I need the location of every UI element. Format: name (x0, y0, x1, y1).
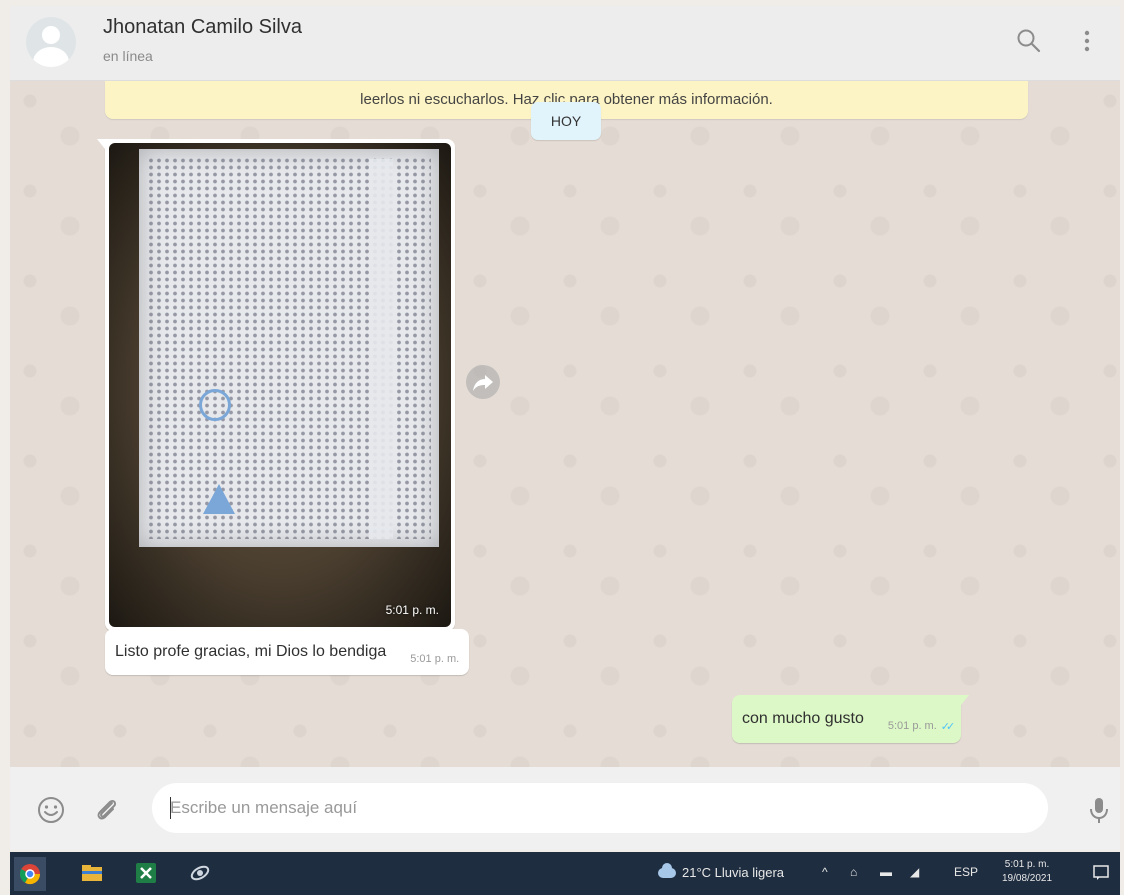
app-swirl-icon[interactable] (188, 861, 212, 885)
emoji-icon-graphic (38, 797, 64, 823)
weather-widget[interactable]: 21°C Lluvia ligera (658, 862, 785, 880)
network-device-icon[interactable]: ⌂ (850, 865, 857, 879)
file-explorer-icon[interactable] (80, 861, 104, 885)
menu-icon-graphic (1084, 30, 1090, 52)
forward-icon (473, 375, 493, 391)
chrome-app-icon[interactable] (14, 857, 46, 891)
menu-icon[interactable] (1072, 26, 1102, 56)
sheet-header-band (369, 159, 393, 539)
excel-icon (136, 863, 156, 883)
message-time: 5:01 p. m. (887, 720, 937, 732)
notification-icon-graphic (1093, 865, 1109, 880)
outgoing-text-message[interactable]: con mucho gusto 5:01 p. m. ✓✓ (732, 695, 970, 743)
language-indicator[interactable]: ESP (954, 865, 978, 879)
chat-area[interactable]: leerlos ni escucharlos. Haz clic para ob… (10, 81, 1120, 767)
windows-taskbar: 21°C Lluvia ligera ^ ⌂ ▬ ◢ ESP 5:01 p. m… (10, 852, 1120, 895)
text-caret (170, 797, 171, 819)
date-chip: HOY (531, 102, 601, 140)
read-check-icon: ✓✓ (940, 720, 956, 733)
wifi-icon[interactable]: ◢ (910, 865, 919, 879)
sheet-logo-circle (199, 389, 231, 421)
contact-avatar[interactable] (26, 17, 76, 67)
contact-name[interactable]: Jhonatan Camilo Silva (103, 16, 302, 39)
avatar-head-shape (42, 26, 60, 44)
message-input[interactable] (152, 783, 1048, 833)
message-text: con mucho gusto (742, 710, 864, 727)
message-time: 5:01 p. m. (410, 653, 460, 665)
avatar-body-shape (33, 47, 69, 67)
whatsapp-web-window: Jhonatan Camilo Silva en línea leerlos n… (10, 6, 1120, 850)
emoji-icon[interactable] (34, 793, 68, 827)
image-message-time: 5:01 p. m. (385, 603, 439, 617)
weather-text: 21°C Lluvia ligera (682, 865, 785, 880)
image-message-bubble[interactable]: 5:01 p. m. (97, 139, 455, 631)
chat-header[interactable]: Jhonatan Camilo Silva en línea (10, 6, 1120, 81)
answer-sheet-shape (139, 149, 439, 547)
sheet-logo-triangle (203, 484, 235, 514)
chevron-up-icon[interactable]: ^ (822, 865, 828, 879)
microphone-icon-graphic (1090, 798, 1108, 823)
folder-icon (82, 865, 102, 881)
excel-app-icon[interactable] (134, 861, 158, 885)
photo-answer-sheet[interactable]: 5:01 p. m. (109, 143, 451, 627)
compose-bar (10, 767, 1120, 850)
incoming-text-message[interactable]: Listo profe gracias, mi Dios lo bendiga … (105, 629, 470, 675)
clock-time: 5:01 p. m. (1004, 859, 1050, 870)
cloud-icon (658, 862, 676, 878)
taskbar-clock[interactable]: 5:01 p. m. 19/08/2021 (1002, 858, 1052, 886)
battery-icon[interactable]: ▬ (880, 865, 892, 879)
attach-clip-icon[interactable] (90, 793, 124, 827)
clock-date: 19/08/2021 (1002, 873, 1053, 884)
search-icon[interactable] (1014, 26, 1044, 56)
forward-button[interactable] (466, 365, 500, 399)
swirl-icon (190, 865, 210, 881)
message-text: Listo profe gracias, mi Dios lo bendiga (115, 643, 387, 660)
chrome-icon-graphic (19, 864, 41, 885)
contact-status: en línea (103, 48, 153, 64)
attach-clip-icon-graphic (97, 799, 117, 820)
search-icon-graphic (1017, 29, 1041, 53)
microphone-icon[interactable] (1082, 793, 1116, 827)
notification-icon[interactable] (1092, 863, 1110, 881)
